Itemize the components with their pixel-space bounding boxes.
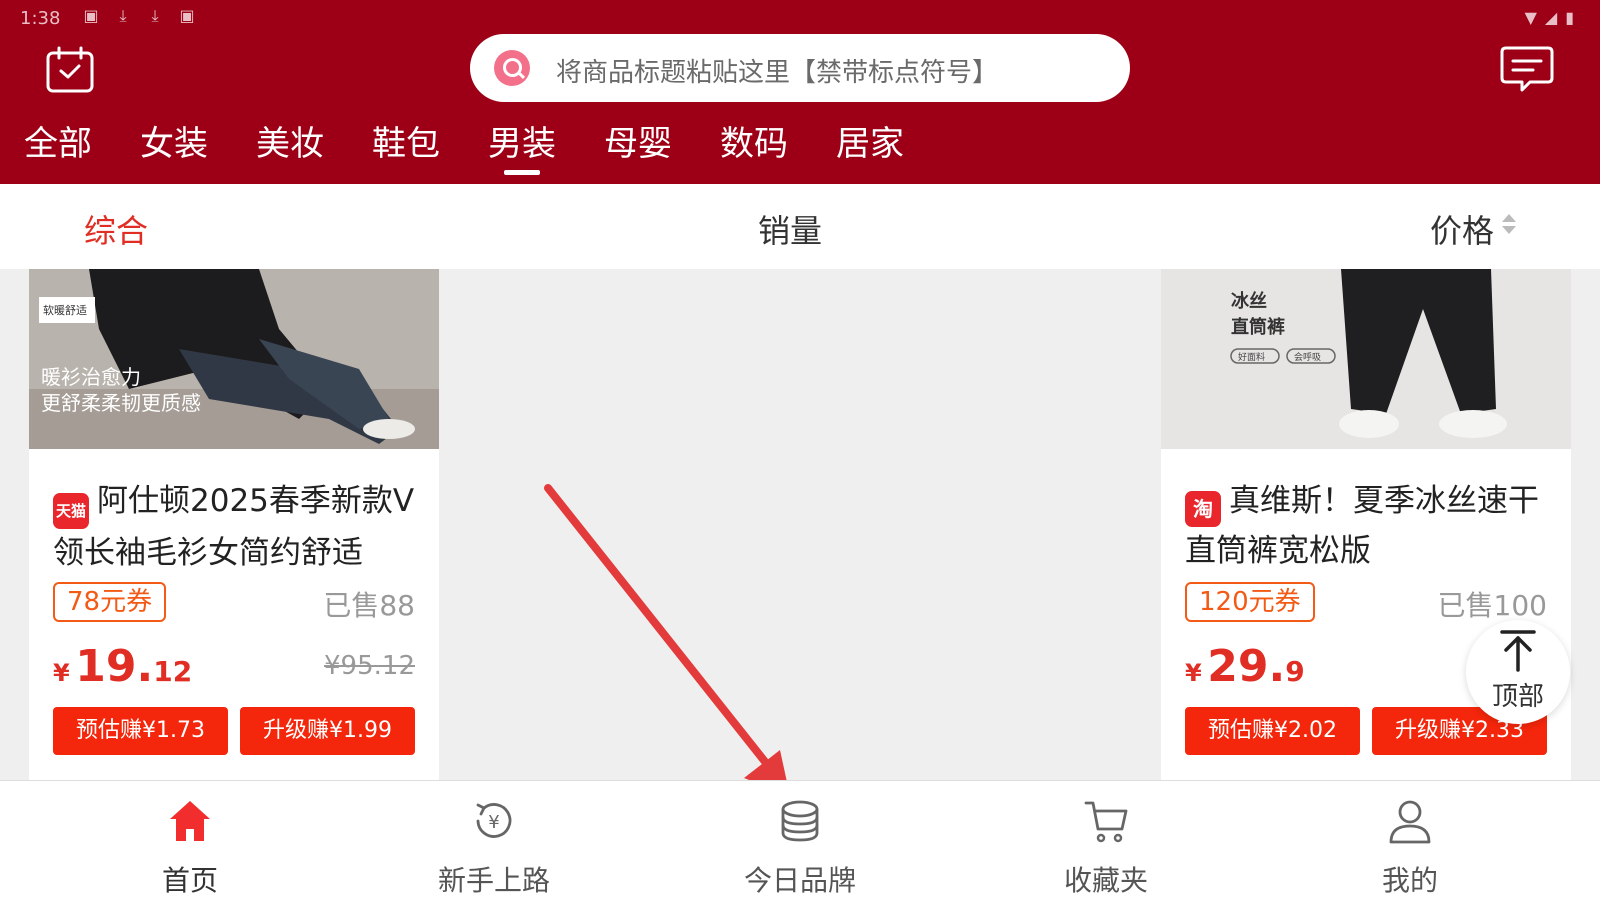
signal-icon: ◢ [1544,8,1558,27]
coupon-badge[interactable]: 120元券 [1185,582,1315,622]
download-icon: ⤓ [119,6,127,25]
tab-mens[interactable]: 男装 [488,116,556,165]
tab-womens[interactable]: 女装 [140,116,208,165]
message-icon[interactable] [1500,44,1554,94]
user-icon [1389,800,1431,844]
product-title[interactable]: 天猫 阿仕顿2025春季新款V领长袖毛衫女简约舒适 [53,477,423,577]
calendar-check-icon[interactable] [44,44,96,96]
sold-count: 已售88 [323,589,415,622]
coins-stack-icon [781,800,819,842]
image-caption: 冰丝 [1231,291,1267,312]
nav-home[interactable]: 首页 [40,781,340,900]
tmall-icon: 天猫 [53,493,89,529]
sort-sales[interactable]: 销量 [758,206,822,252]
cart-icon [1084,801,1128,843]
image-caption: 好面料 [1238,353,1266,363]
sort-comprehensive[interactable]: 综合 [84,206,148,252]
search-input[interactable]: 将商品标题粘贴这里【禁带标点符号】 [556,52,998,89]
sold-count: 已售100 [1437,589,1547,622]
tab-beauty[interactable]: 美妆 [256,116,324,165]
wifi-icon: ▼ [1524,8,1537,27]
product-card[interactable]: 软暖舒适 暖衫治愈力 更舒柔柔韧更质感 天猫 阿仕顿2025春季新款V领长袖毛衫女… [29,269,439,780]
bottom-navigation: 首页 ¥ 新手上路 今日品牌 收藏夹 我的 [0,780,1600,900]
estimate-earn-button[interactable]: 预估赚¥1.73 [53,707,228,755]
product-image: 软暖舒适 暖衫治愈力 更舒柔柔韧更质感 [29,269,439,449]
sort-price[interactable]: 价格 [1430,206,1494,252]
tab-digital[interactable]: 数码 [720,116,788,165]
arrow-up-icon [1500,630,1536,672]
status-time: 1:38 [20,8,61,29]
status-bar: 1:38 ▣ ⤓ ⤓ ▣ ▼ ◢ ▮ [0,0,1600,34]
image-caption: 直筒裤 [1231,317,1285,338]
nav-label: 今日品牌 [743,864,856,897]
download-icon: ⤓ [151,6,159,25]
nav-label: 新手上路 [437,864,550,897]
nav-label: 我的 [1381,864,1438,897]
estimate-earn-button[interactable]: 预估赚¥2.02 [1185,707,1360,755]
active-tab-indicator [504,170,540,175]
yen-refresh-icon: ¥ [476,803,512,838]
search-bar[interactable]: 将商品标题粘贴这里【禁带标点符号】 [470,34,1130,102]
tab-bags-shoes[interactable]: 鞋包 [372,116,440,165]
image-caption: 暖衫治愈力 [41,365,141,389]
original-price: ¥95.12 [324,651,415,681]
sort-toggle-icon [1502,214,1516,238]
nav-label: 收藏夹 [1063,864,1148,897]
nav-beginner[interactable]: ¥ 新手上路 [344,781,644,900]
coupon-badge[interactable]: 78元券 [53,582,167,622]
sort-bar: 综合 销量 价格 [0,184,1600,269]
product-price: ¥ 29.9 [1185,641,1305,692]
back-to-top-label: 顶部 [1491,682,1544,712]
home-icon [170,801,210,841]
category-tabs: 全部 女装 美妆 鞋包 男装 母婴 数码 居家 [0,110,1000,180]
back-to-top-button[interactable]: 顶部 [1466,620,1570,724]
nav-favorites[interactable]: 收藏夹 [956,781,1256,900]
search-icon [494,50,530,86]
app-header: 1:38 ▣ ⤓ ⤓ ▣ ▼ ◢ ▮ 将商品标题粘贴这里【禁带标点符号】 全部 … [0,0,1600,184]
image-caption: 软暖舒适 [43,304,87,317]
tab-baby[interactable]: 母婴 [604,116,672,165]
nav-profile[interactable]: 我的 [1260,781,1560,900]
image-notification-icon: ▣ [83,6,99,25]
image-caption: 会呼吸 [1294,353,1322,363]
tab-home[interactable]: 居家 [836,116,904,165]
product-price: ¥ 19.12 [53,641,193,692]
tab-all[interactable]: 全部 [24,116,92,165]
upgrade-earn-button[interactable]: 升级赚¥1.99 [240,707,415,755]
battery-icon: ▮ [1565,8,1574,27]
svg-text:¥: ¥ [488,812,499,833]
nav-label: 首页 [161,864,218,897]
product-title[interactable]: 淘真维斯！夏季冰丝速干直筒裤宽松版 [1185,477,1555,575]
image-caption: 更舒柔柔韧更质感 [41,391,201,415]
product-image: 冰丝 直筒裤 好面料 会呼吸 [1161,269,1571,449]
app-notification-icon: ▣ [179,6,195,25]
nav-brands[interactable]: 今日品牌 [650,781,950,900]
taobao-icon: 淘 [1185,491,1221,527]
